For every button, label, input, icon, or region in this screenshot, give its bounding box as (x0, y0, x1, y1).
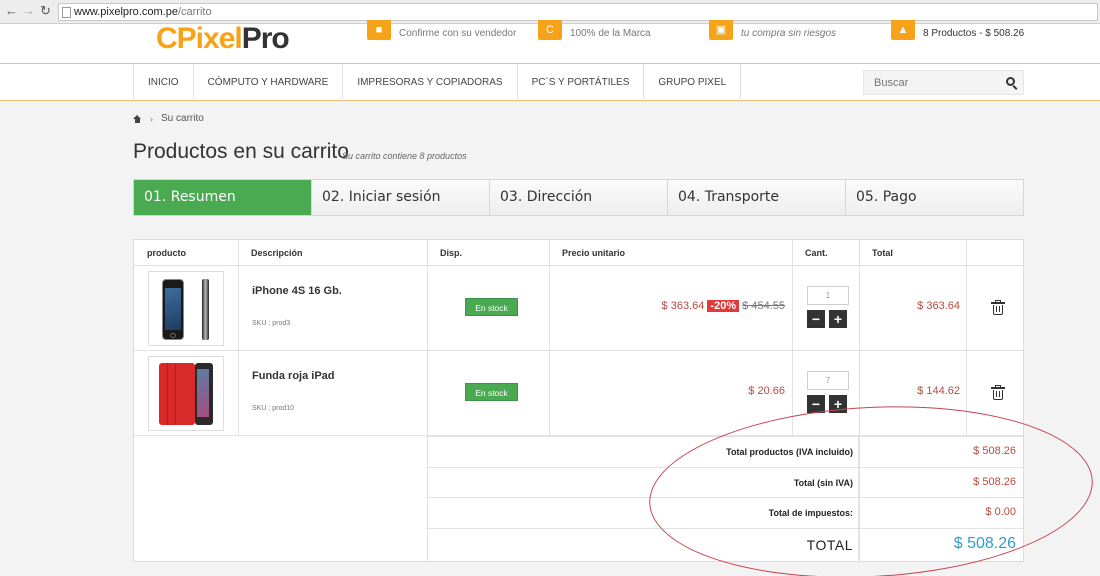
summary-no-tax-row: Total (sin IVA) $ 508.26 (426, 467, 1023, 498)
checkout-steps: 01. Resumen 02. Iniciar sesión 03. Direc… (133, 179, 1024, 216)
summary-label: Total de impuestos: (768, 508, 853, 518)
chevron-right-icon: › (150, 113, 153, 124)
col-unit-price: Precio unitario (562, 248, 626, 258)
grand-total-value: $ 508.26 (953, 535, 1016, 552)
col-total: Total (872, 248, 893, 258)
discounted-price: $ 363.64 (661, 300, 705, 312)
page-title: Productos en su carrito (133, 140, 349, 163)
summary-label: Total (sin IVA) (793, 478, 853, 488)
menu-item-computo[interactable]: Cómputo y Hardware (192, 64, 343, 101)
iphone-side-image (202, 279, 209, 340)
step-iniciar-sesion[interactable]: 02. Iniciar sesión (311, 180, 489, 215)
step-direccion[interactable]: 03. Dirección (489, 180, 667, 215)
brand-c-icon: C (538, 20, 562, 40)
reload-icon[interactable]: ↻ (40, 3, 51, 19)
increase-qty-button[interactable]: + (829, 310, 847, 328)
menu-item-inicio[interactable]: Inicio (133, 64, 193, 101)
summary-value: $ 508.26 (973, 476, 1016, 488)
product-name[interactable]: Funda roja iPad (252, 370, 335, 382)
cart-icon: ▲ (891, 20, 915, 40)
row-total: $ 363.64 (917, 300, 960, 312)
step-transporte[interactable]: 04. Transporte (667, 180, 845, 215)
credit-card-icon: ▣ (709, 20, 733, 40)
col-qty: Cant. (805, 248, 828, 258)
original-price: $ 454.55 (742, 300, 785, 312)
url-text: www.pixelpro.com.pe/carrito (74, 6, 212, 18)
menu-item-grupo[interactable]: Grupo Pixel (643, 64, 742, 101)
address-bar[interactable]: www.pixelpro.com.pe/carrito (58, 3, 1098, 21)
unit-price: $ 20.66 (748, 385, 785, 397)
menu: Inicio Cómputo y Hardware Impresoras y C… (133, 64, 742, 101)
product-sku: SKU : prod3 (252, 320, 291, 327)
summary-label: Total productos (IVA incluido) (726, 447, 853, 457)
trash-icon[interactable] (991, 300, 1005, 315)
increase-qty-button[interactable]: + (829, 395, 847, 413)
stock-badge: En stock (465, 298, 518, 316)
stock-badge: En stock (465, 383, 518, 401)
cart-summary-text: 8 Productos - $ 508.26 (923, 28, 1025, 39)
decrease-qty-button[interactable]: − (807, 395, 825, 413)
grand-total-label: TOTAL (806, 537, 853, 553)
row-total: $ 144.62 (917, 385, 960, 397)
truck-icon: ■ (367, 20, 391, 40)
col-product: producto (147, 248, 186, 258)
product-thumbnail-ipad-case[interactable] (148, 356, 224, 431)
page-icon (62, 7, 71, 18)
summary-products-row: Total productos (IVA incluido) $ 508.26 (426, 436, 1023, 468)
page-subtitle: Su carrito contiene 8 productos (342, 151, 467, 161)
ipad-case-image (159, 363, 195, 425)
ipad-image (195, 363, 213, 425)
pixelpro-logo[interactable]: CPixelPro (156, 22, 290, 56)
site-header: CPixelPro ■ Confirme con su vendedor C 1… (0, 20, 1100, 64)
unit-price: $ 363.64 -20% $ 454.55 (662, 300, 785, 312)
feature-text: 100% de la Marca (570, 28, 651, 39)
cart-table: producto Descripción Disp. Precio unitar… (133, 239, 1024, 563)
summary-value: $ 0.00 (985, 506, 1016, 518)
search-input[interactable] (864, 71, 994, 94)
table-row: iPhone 4S 16 Gb. SKU : prod3 En stock $ … (134, 266, 1023, 351)
iphone-image (162, 279, 184, 340)
feature-text: Confirme con su vendedor (399, 28, 517, 39)
breadcrumb-current: Su carrito (161, 113, 204, 124)
forward-arrow-icon[interactable]: → (22, 3, 35, 18)
summary-value: $ 508.26 (973, 445, 1016, 457)
table-header: producto Descripción Disp. Precio unitar… (134, 240, 1023, 266)
decrease-qty-button[interactable]: − (807, 310, 825, 328)
col-description: Descripción (251, 248, 303, 258)
summary-tax-row: Total de impuestos: $ 0.00 (426, 497, 1023, 529)
summary-total-row: TOTAL $ 508.26 (426, 528, 1023, 563)
back-arrow-icon[interactable]: ← (5, 3, 18, 18)
menu-item-pcs[interactable]: PC´s y Portátiles (516, 64, 644, 101)
table-row: Funda roja iPad SKU : prod10 En stock $ … (134, 351, 1023, 436)
menu-item-impresoras[interactable]: Impresoras y Copiadoras (342, 64, 516, 101)
trash-icon[interactable] (991, 385, 1005, 400)
feature-text: tu compra sin riesgos (741, 28, 837, 39)
product-name[interactable]: iPhone 4S 16 Gb. (252, 285, 342, 297)
col-availability: Disp. (440, 248, 463, 258)
search-icon[interactable] (1006, 77, 1015, 86)
step-pago[interactable]: 05. Pago (845, 180, 1023, 215)
search-box (863, 70, 1024, 95)
breadcrumb: › Su carrito (133, 113, 204, 124)
product-thumbnail-iphone[interactable] (148, 271, 224, 346)
price: $ 20.66 (748, 385, 785, 397)
main-navigation: Inicio Cómputo y Hardware Impresoras y C… (0, 64, 1100, 101)
discount-badge: -20% (707, 300, 740, 312)
step-resumen[interactable]: 01. Resumen (134, 180, 311, 215)
product-sku: SKU : prod10 (252, 405, 295, 412)
home-icon[interactable] (133, 114, 142, 123)
